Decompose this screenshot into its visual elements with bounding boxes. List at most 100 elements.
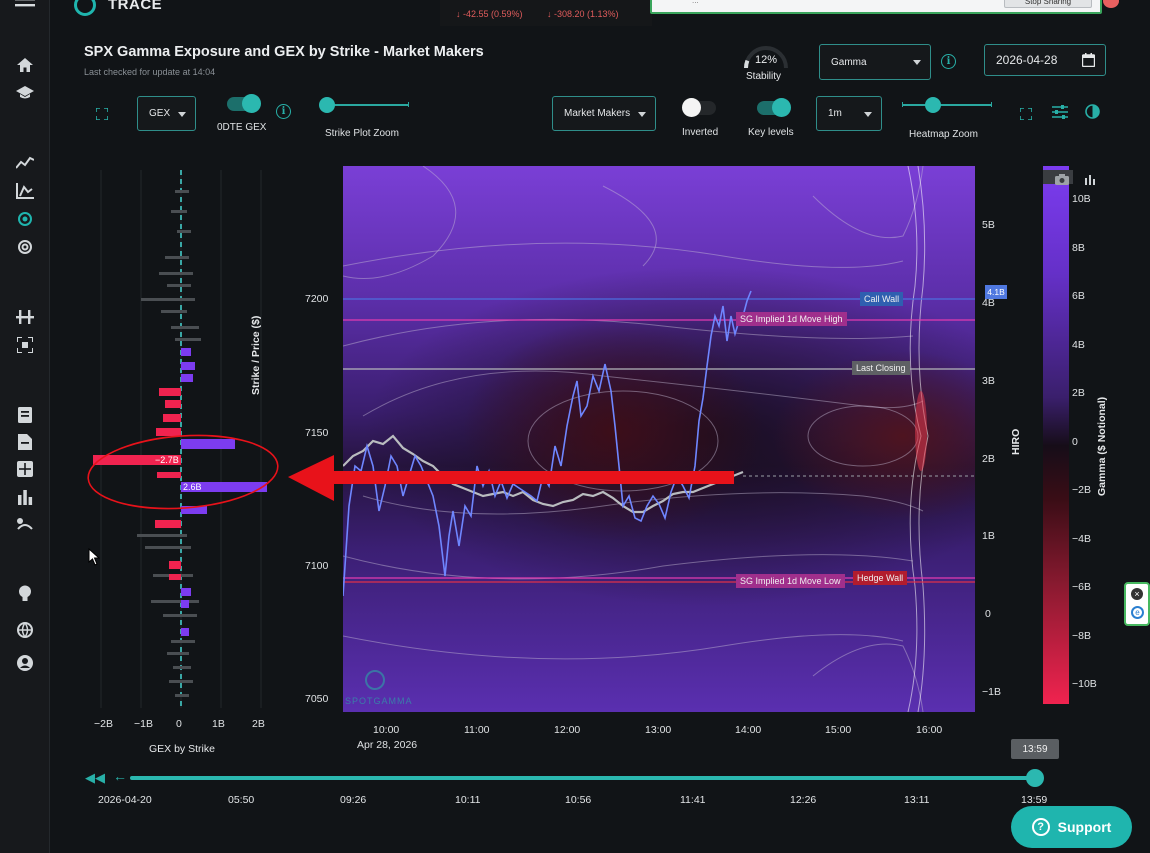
timeline-label: 09:26 [340, 794, 367, 806]
inverted-label: Inverted [682, 127, 719, 138]
gex-bar [169, 574, 181, 580]
gex-bar [157, 472, 181, 478]
last-checked: Last checked for update at 14:04 [84, 67, 216, 77]
hiro-tick: 3B [982, 375, 995, 387]
chevron-down-icon [864, 111, 872, 117]
gex-minor-bar [163, 614, 197, 617]
account-icon[interactable] [14, 652, 36, 674]
support-label: Support [1057, 819, 1112, 835]
interval-value: 1m [828, 108, 842, 119]
report-icon[interactable] [14, 404, 36, 426]
heatmap-zoom-knob[interactable] [925, 97, 941, 113]
gex-minor-bar [173, 666, 191, 669]
lightbulb-icon[interactable] [14, 583, 36, 605]
odte-gex-toggle[interactable] [227, 94, 261, 113]
colorbar-tick: 2B [1072, 387, 1085, 399]
gex-bar [181, 374, 193, 382]
close-share-icon[interactable] [1103, 0, 1119, 8]
ticker-1: ↓ -42.55 (0.59%) [456, 9, 523, 19]
date-tick: Apr 28, 2026 [357, 739, 418, 751]
timeline-slider[interactable] [130, 776, 1037, 780]
scan-icon[interactable] [14, 334, 36, 356]
gex-minor-bar [167, 652, 189, 655]
heatmap-zoom-tick-end [991, 102, 992, 107]
support-button[interactable]: ? Support [1011, 806, 1132, 848]
strike-axis-label: Strike / Price ($) [250, 315, 262, 395]
sidebar [0, 0, 50, 853]
extension-icon[interactable]: e [1131, 606, 1144, 619]
contrast-icon[interactable] [1085, 104, 1100, 124]
timeline-knob[interactable] [1026, 769, 1044, 787]
heatmap-zoom-track[interactable] [902, 104, 992, 106]
gex-minor-bar [161, 310, 187, 313]
gex-select-value: GEX [149, 108, 171, 119]
extension-widget[interactable]: × e [1124, 582, 1150, 626]
gex-xlabel: GEX by Strike [149, 743, 215, 755]
stop-sharing-button[interactable]: Stop Sharing [1004, 0, 1092, 8]
hiro-axis-label: HIRO [1010, 428, 1022, 455]
camera-icon[interactable] [1055, 172, 1069, 190]
fingerprint-icon[interactable] [14, 236, 36, 258]
plotly-logo-icon[interactable] [1085, 172, 1095, 190]
expand-left-icon[interactable] [95, 107, 109, 125]
info-icon[interactable]: i [941, 54, 956, 69]
gex-bar [165, 400, 181, 408]
hiro-tick: 5B [982, 219, 995, 231]
strike-zoom-knob[interactable] [319, 97, 335, 113]
step-back-icon[interactable]: ← [113, 768, 127, 784]
calendar-icon [1082, 53, 1095, 67]
rewind-icon[interactable]: ◀◀ [85, 770, 105, 786]
interval-select[interactable]: 1m [816, 96, 882, 131]
odte-info-icon[interactable]: i [276, 104, 291, 119]
strike-tick: 7200 [305, 293, 329, 305]
flow-icon[interactable] [14, 513, 36, 535]
menu-icon[interactable] [14, 0, 36, 16]
stability-gauge: 12% [740, 40, 792, 72]
strike-tick: 7150 [305, 427, 329, 439]
gex-minor-bar [165, 256, 189, 259]
document-icon[interactable] [14, 431, 36, 453]
timeline-label: 13:59 [1021, 794, 1048, 806]
hiro-tick: 2B [982, 453, 995, 465]
gex-minor-bar [175, 190, 189, 193]
gex-bar [181, 439, 235, 449]
equalizer-icon[interactable] [14, 306, 36, 328]
key-levels-toggle[interactable] [757, 98, 791, 117]
globe-icon[interactable] [14, 619, 36, 641]
strike-zoom-track[interactable] [327, 104, 409, 106]
date-picker[interactable]: 2026-04-28 [984, 44, 1106, 76]
hiro-tick: 0 [985, 608, 991, 620]
gex-bar [181, 600, 189, 608]
gex-minor-bar [159, 272, 193, 275]
gex-select[interactable]: GEX [137, 96, 196, 131]
close-icon[interactable]: × [1131, 588, 1143, 600]
gamma-select[interactable]: Gamma [819, 44, 931, 80]
market-makers-select[interactable]: Market Makers [552, 96, 656, 131]
call-wall-label: Call Wall [860, 292, 904, 306]
gex-tick: 2B [252, 718, 265, 730]
colorbar-tick: −4B [1072, 532, 1091, 545]
timeline-label: 05:50 [228, 794, 255, 806]
home-icon[interactable] [14, 54, 36, 76]
area-chart-icon[interactable] [14, 180, 36, 202]
gex-minor-bar [151, 600, 199, 603]
implied-low-label: SG Implied 1d Move Low [736, 574, 845, 588]
inverted-toggle[interactable] [682, 98, 716, 117]
expand-right-icon[interactable] [1019, 107, 1033, 125]
bar-chart-icon[interactable] [14, 486, 36, 508]
trace-icon[interactable] [14, 208, 36, 230]
gex-tick: −2B [94, 718, 113, 730]
settings-sliders-icon[interactable] [1052, 104, 1068, 125]
colorbar-tick: −2B [1072, 484, 1091, 496]
gex-bar [181, 588, 191, 596]
colorbar-tick: −8B [1072, 629, 1091, 642]
colorbar-tick: 0 [1072, 435, 1078, 448]
help-icon: ? [1031, 818, 1050, 836]
gex-minor-bar [177, 230, 191, 233]
trend-icon[interactable] [14, 152, 36, 174]
gamma-heatmap[interactable]: Call Wall SG Implied 1d Move High Last C… [343, 166, 975, 712]
time-tick: 10:00 [373, 724, 400, 736]
gex-minor-bar [145, 546, 191, 549]
calculator-icon[interactable] [14, 458, 36, 480]
education-icon[interactable] [14, 82, 36, 104]
